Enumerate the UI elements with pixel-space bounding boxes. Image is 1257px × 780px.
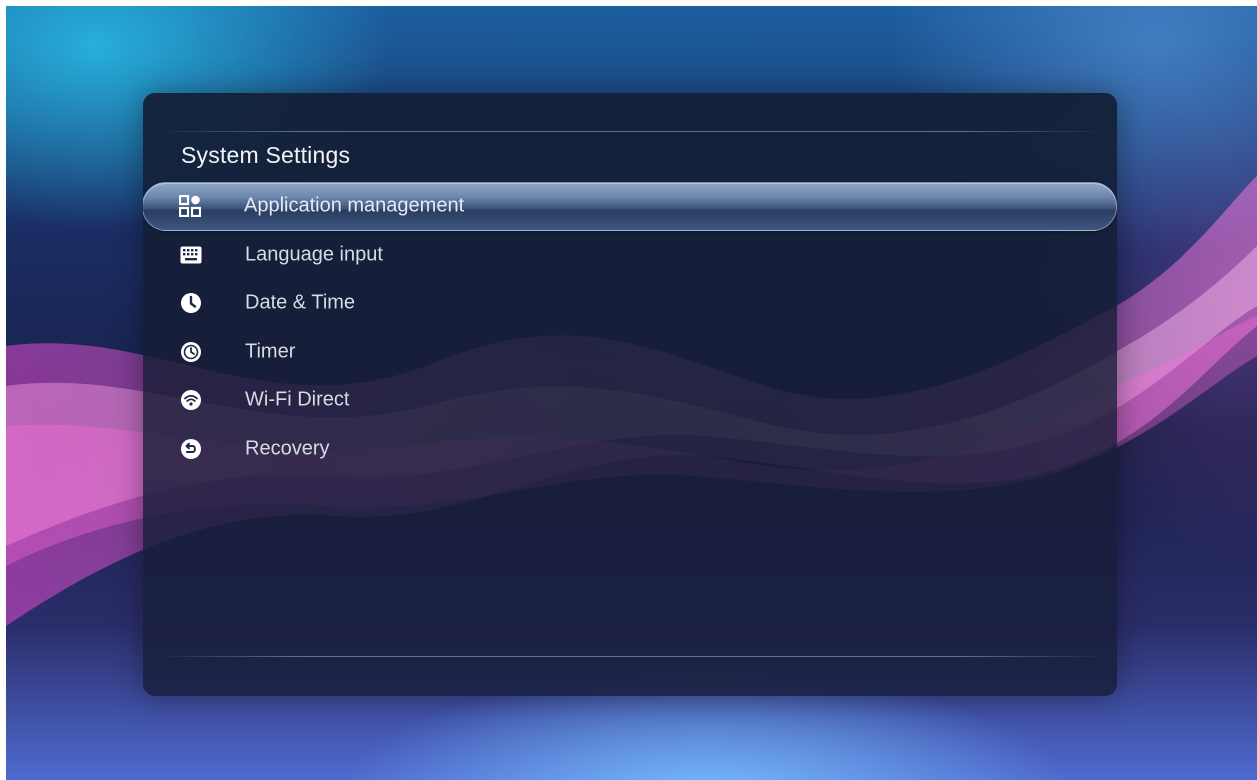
menu-item-timer[interactable]: Timer xyxy=(143,328,1117,377)
page-title: System Settings xyxy=(181,142,351,168)
keyboard-icon xyxy=(179,243,203,267)
top-divider xyxy=(155,131,1105,132)
menu-item-recovery[interactable]: Recovery xyxy=(143,425,1117,474)
tv-screen: System Settings Application management L… xyxy=(6,6,1257,780)
menu-item-wifi-direct[interactable]: Wi-Fi Direct xyxy=(143,376,1117,425)
timer-icon xyxy=(179,340,203,364)
menu-item-label: Wi-Fi Direct xyxy=(245,388,350,411)
bottom-divider xyxy=(155,656,1105,657)
wifi-icon xyxy=(179,388,203,412)
menu-item-label: Date & Time xyxy=(245,291,356,314)
menu-item-label: Recovery xyxy=(245,437,330,460)
clock-icon xyxy=(179,291,203,315)
menu-item-language-input[interactable]: Language input xyxy=(143,231,1117,280)
menu-item-label: Timer xyxy=(245,340,296,363)
menu-item-application-management[interactable]: Application management xyxy=(143,182,1117,231)
recovery-icon xyxy=(179,437,203,461)
settings-menu: Application management Language input Da… xyxy=(143,182,1117,473)
menu-item-date-time[interactable]: Date & Time xyxy=(143,279,1117,328)
menu-item-label: Language input xyxy=(245,243,383,266)
menu-item-label: Application management xyxy=(244,194,465,217)
apps-grid-icon xyxy=(178,194,202,218)
settings-panel: System Settings Application management L… xyxy=(143,93,1117,696)
